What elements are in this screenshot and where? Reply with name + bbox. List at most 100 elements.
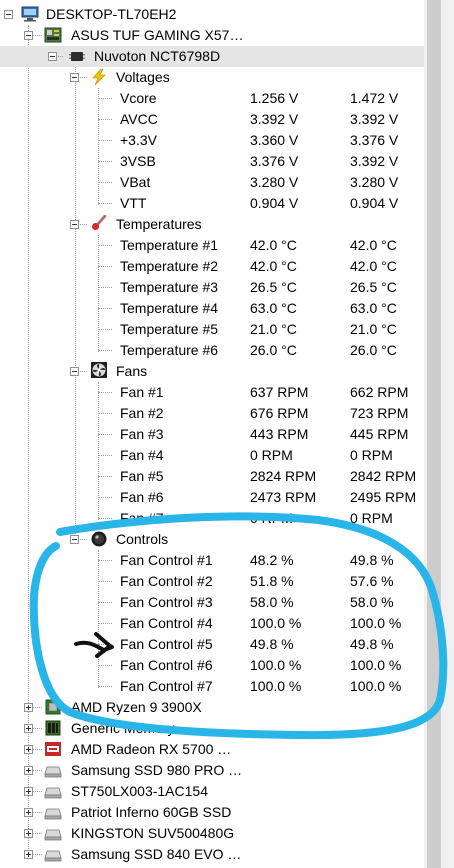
- tree-row-motherboard[interactable]: ASUS TUF GAMING X57…: [0, 25, 424, 46]
- expand-toggle[interactable]: [24, 850, 33, 859]
- computer-icon: [21, 6, 39, 22]
- tree-row-voltages[interactable]: Voltages: [0, 67, 424, 88]
- tree-row-drive1[interactable]: Samsung SSD 980 PRO …: [0, 760, 424, 781]
- drive-icon: [44, 787, 62, 799]
- collapse-toggle[interactable]: [70, 73, 79, 82]
- sensor-name: Fan #7: [120, 510, 164, 526]
- knob-icon: [91, 531, 107, 547]
- sensor-name: Fan #4: [120, 447, 164, 463]
- expand-toggle[interactable]: [24, 808, 33, 817]
- sensor-max: 3.280 V: [350, 174, 399, 190]
- tree-label: Samsung SSD 840 EVO …: [71, 846, 242, 862]
- tree-line: [98, 665, 112, 666]
- tree-row-root[interactable]: DESKTOP-TL70EH2: [0, 4, 424, 25]
- sensor-row-vcore[interactable]: Vcore 1.256 V 1.472 V: [0, 88, 424, 109]
- tree-line: [98, 140, 112, 141]
- sensor-row-temp5[interactable]: Temperature #5 21.0 °C 21.0 °C: [0, 319, 424, 340]
- expand-toggle[interactable]: [24, 787, 33, 796]
- tree-label: DESKTOP-TL70EH2: [46, 6, 177, 22]
- tree-line: [98, 329, 112, 330]
- sensor-row-vtt[interactable]: VTT 0.904 V 0.904 V: [0, 193, 424, 214]
- tree-label: Voltages: [116, 69, 170, 85]
- tree-row-drive5[interactable]: Samsung SSD 840 EVO …: [0, 844, 424, 865]
- expand-toggle[interactable]: [24, 766, 33, 775]
- sensor-row-fan3[interactable]: Fan #3 443 RPM 445 RPM: [0, 424, 424, 445]
- sensor-row-fan5[interactable]: Fan #5 2824 RPM 2842 RPM: [0, 466, 424, 487]
- collapse-toggle[interactable]: [70, 367, 79, 376]
- sensor-row-fan-control1[interactable]: Fan Control #1 48.2 % 49.8 %: [0, 550, 424, 571]
- sensor-name: 3VSB: [120, 153, 156, 169]
- tree-row-fans[interactable]: Fans: [0, 361, 424, 382]
- tree-line: [98, 560, 112, 561]
- expand-toggle[interactable]: [24, 829, 33, 838]
- collapse-toggle[interactable]: [70, 535, 79, 544]
- sensor-value: 42.0 °C: [250, 237, 297, 253]
- tree-line: [98, 434, 112, 435]
- motherboard-icon: [44, 27, 62, 43]
- sensor-max: 57.6 %: [350, 573, 394, 589]
- tree-row-chip[interactable]: Nuvoton NCT6798D: [0, 46, 424, 67]
- tree-row-memory[interactable]: Generic Memory: [0, 718, 424, 739]
- sensor-row-fan7[interactable]: Fan #7 0 RPM 0 RPM: [0, 508, 424, 529]
- sensor-value: 0 RPM: [250, 510, 293, 526]
- tree-label: ST750LX003-1AC154: [71, 783, 208, 799]
- tree-line: [98, 350, 112, 351]
- expand-toggle[interactable]: [24, 745, 33, 754]
- tree-label: AMD Ryzen 9 3900X: [71, 699, 202, 715]
- sensor-row-fan-control5[interactable]: Fan Control #5 49.8 % 49.8 %: [0, 634, 424, 655]
- sensor-max: 445 RPM: [350, 426, 409, 442]
- sensor-name: Vcore: [120, 90, 157, 106]
- sensor-row-temp3[interactable]: Temperature #3 26.5 °C 26.5 °C: [0, 277, 424, 298]
- sensor-row-temp2[interactable]: Temperature #2 42.0 °C 42.0 °C: [0, 256, 424, 277]
- tree-row-cpu[interactable]: AMD Ryzen 9 3900X: [0, 697, 424, 718]
- tree-label: Samsung SSD 980 PRO …: [71, 762, 243, 778]
- sensor-row-fan1[interactable]: Fan #1 637 RPM 662 RPM: [0, 382, 424, 403]
- tree-line: [98, 287, 112, 288]
- sensor-row-temp6[interactable]: Temperature #6 26.0 °C 26.0 °C: [0, 340, 424, 361]
- sensor-row-avcc[interactable]: AVCC 3.392 V 3.392 V: [0, 109, 424, 130]
- thermometer-icon: [92, 215, 107, 230]
- sensor-name: Temperature #2: [120, 258, 219, 274]
- sensor-row-fan-control6[interactable]: Fan Control #6 100.0 % 100.0 %: [0, 655, 424, 676]
- expand-toggle[interactable]: [24, 703, 33, 712]
- sensor-value: 42.0 °C: [250, 258, 297, 274]
- sensor-name: VTT: [120, 195, 147, 211]
- sensor-value: 3.376 V: [250, 153, 299, 169]
- sensor-row-fan-control7[interactable]: Fan Control #7 100.0 % 100.0 %: [0, 676, 424, 697]
- sensor-name: Fan #1: [120, 384, 164, 400]
- tree-row-controls[interactable]: Controls: [0, 529, 424, 550]
- tree-row-drive4[interactable]: KINGSTON SUV500480G: [0, 823, 424, 844]
- tree-row-temperatures[interactable]: Temperatures: [0, 214, 424, 235]
- sensor-value: 100.0 %: [250, 615, 302, 631]
- gpu-icon: [45, 742, 61, 756]
- tree-line: [98, 518, 112, 519]
- tree-line: [98, 245, 112, 246]
- sensor-row-3vsb[interactable]: 3VSB 3.376 V 3.392 V: [0, 151, 424, 172]
- sensor-value: 100.0 %: [250, 657, 302, 673]
- sensor-name: Temperature #1: [120, 237, 219, 253]
- sensor-max: 0 RPM: [350, 447, 393, 463]
- scrollbar-thumb[interactable]: [427, 0, 441, 868]
- tree-label: KINGSTON SUV500480G: [71, 825, 235, 841]
- tree-row-drive2[interactable]: ST750LX003-1AC154: [0, 781, 424, 802]
- sensor-row-fan4[interactable]: Fan #4 0 RPM 0 RPM: [0, 445, 424, 466]
- sensor-row-fan-control2[interactable]: Fan Control #2 51.8 % 57.6 %: [0, 571, 424, 592]
- sensor-row-temp4[interactable]: Temperature #4 63.0 °C 63.0 °C: [0, 298, 424, 319]
- sensor-row-temp1[interactable]: Temperature #1 42.0 °C 42.0 °C: [0, 235, 424, 256]
- tree-row-drive3[interactable]: Patriot Inferno 60GB SSD: [0, 802, 424, 823]
- sensor-row-fan2[interactable]: Fan #2 676 RPM 723 RPM: [0, 403, 424, 424]
- sensor-row-fan-control3[interactable]: Fan Control #3 58.0 % 58.0 %: [0, 592, 424, 613]
- sensor-max: 100.0 %: [350, 678, 402, 694]
- tree-line: [98, 455, 112, 456]
- sensor-row-fan6[interactable]: Fan #6 2473 RPM 2495 RPM: [0, 487, 424, 508]
- sensor-row-3v3[interactable]: +3.3V 3.360 V 3.376 V: [0, 130, 424, 151]
- sensor-name: Temperature #3: [120, 279, 219, 295]
- collapse-toggle[interactable]: [4, 10, 13, 19]
- sensor-row-fan-control4[interactable]: Fan Control #4 100.0 % 100.0 %: [0, 613, 424, 634]
- tree-row-gpu[interactable]: AMD Radeon RX 5700 …: [0, 739, 424, 760]
- expand-toggle[interactable]: [24, 724, 33, 733]
- collapse-toggle[interactable]: [70, 220, 79, 229]
- sensor-row-vbat[interactable]: VBat 3.280 V 3.280 V: [0, 172, 424, 193]
- collapse-toggle[interactable]: [24, 31, 33, 40]
- collapse-toggle[interactable]: [48, 52, 57, 61]
